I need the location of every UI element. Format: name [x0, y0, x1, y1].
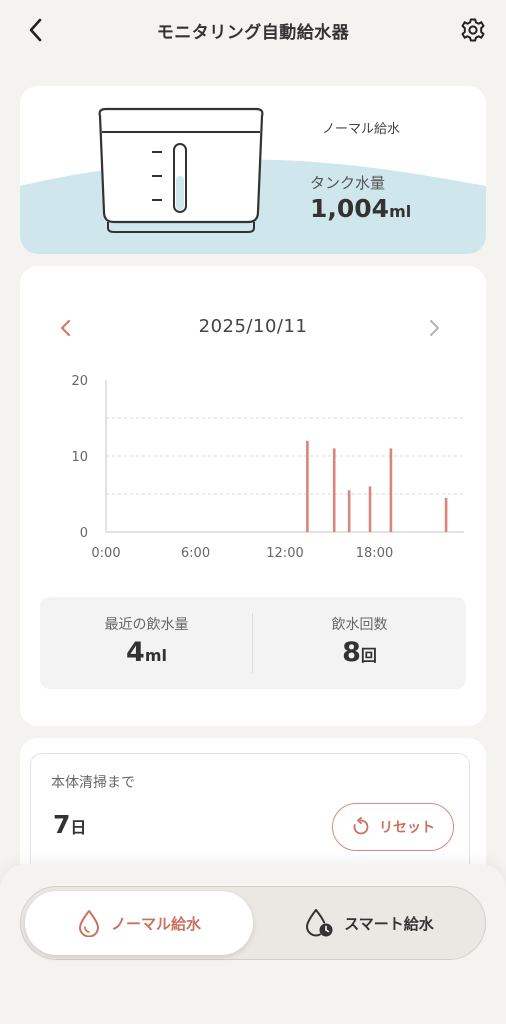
bottom-panel: ノーマル給水 スマート給水	[0, 864, 506, 1024]
chart-y-tick-label: 0	[80, 526, 88, 541]
recent-drink-value: 4ml	[40, 637, 253, 668]
settings-button[interactable]	[458, 15, 488, 45]
cleaning-days-number: 7	[53, 810, 71, 839]
tank-volume-value: 1,004ml	[310, 194, 411, 223]
chart-x-tick-label: 0:00	[91, 546, 120, 561]
recent-drink-stat: 最近の飲水量 4ml	[40, 597, 253, 689]
date-navigator: 2025/10/11	[20, 312, 486, 342]
cleaning-label: 本体清掃まで	[51, 775, 135, 791]
chart-y-tick-label: 10	[71, 450, 88, 465]
chart-x-tick-label: 12:00	[266, 546, 303, 561]
page-title: モニタリング自動給水器	[156, 23, 350, 43]
chart-bar	[444, 497, 448, 532]
smart-feed-option[interactable]: スマート給水	[257, 891, 481, 955]
normal-feed-label: ノーマル給水	[110, 914, 201, 933]
gear-icon	[461, 18, 485, 42]
chart-x-tick-label: 18:00	[356, 546, 393, 561]
normal-feed-option[interactable]: ノーマル給水	[25, 891, 253, 955]
water-drop-icon	[78, 910, 99, 937]
feed-mode-label: ノーマル給水	[322, 122, 401, 137]
tank-illustration	[98, 107, 264, 233]
current-date: 2025/10/11	[198, 316, 308, 337]
recent-drink-unit: ml	[144, 646, 167, 665]
reset-label: リセット	[379, 820, 435, 836]
drinking-stats: 最近の飲水量 4ml 飲水回数 8回	[40, 597, 466, 689]
chart-bar	[389, 448, 393, 532]
tank-volume-unit: ml	[389, 202, 412, 221]
smart-feed-label: スマート給水	[344, 914, 434, 933]
tank-volume-number: 1,004	[310, 194, 390, 223]
recent-drink-label: 最近の飲水量	[104, 617, 189, 633]
chart-bar	[332, 448, 336, 532]
drinking-bar-chart: 20 10 00:00 6:00 12:00 18:00	[71, 374, 464, 561]
feed-mode-toggle: ノーマル給水 スマート給水	[20, 886, 486, 960]
tank-volume-label: タンク水量	[310, 174, 386, 192]
recent-drink-number: 4	[126, 637, 145, 668]
chart-bar	[347, 490, 351, 532]
header: モニタリング自動給水器	[0, 0, 506, 62]
next-date-button[interactable]	[422, 316, 446, 340]
drink-count-value: 8回	[253, 637, 466, 668]
cleaning-days-value: 7日	[53, 810, 86, 839]
chevron-right-icon	[429, 319, 440, 337]
chart-x-tick-label: 6:00	[181, 546, 210, 561]
chart-bar	[368, 486, 372, 532]
reset-icon	[353, 817, 369, 835]
water-drop-clock-icon	[306, 909, 333, 937]
drinking-chart-card: 2025/10/11 20 10 0 0:00 6:00 12:00 18:00 最近の飲水…	[20, 266, 486, 726]
tank-card: ノーマル給水 タンク水量 1,004ml	[20, 86, 486, 254]
cleaning-days-unit: 日	[70, 818, 87, 837]
drink-count-stat: 飲水回数 8回	[253, 597, 466, 689]
drink-count-number: 8	[342, 637, 361, 668]
drink-count-unit: 回	[360, 646, 377, 665]
drink-count-label: 飲水回数	[331, 617, 388, 633]
chart-bar	[306, 440, 309, 532]
chart-y-tick-label: 20	[71, 374, 88, 389]
reset-button[interactable]: リセット	[332, 803, 454, 851]
